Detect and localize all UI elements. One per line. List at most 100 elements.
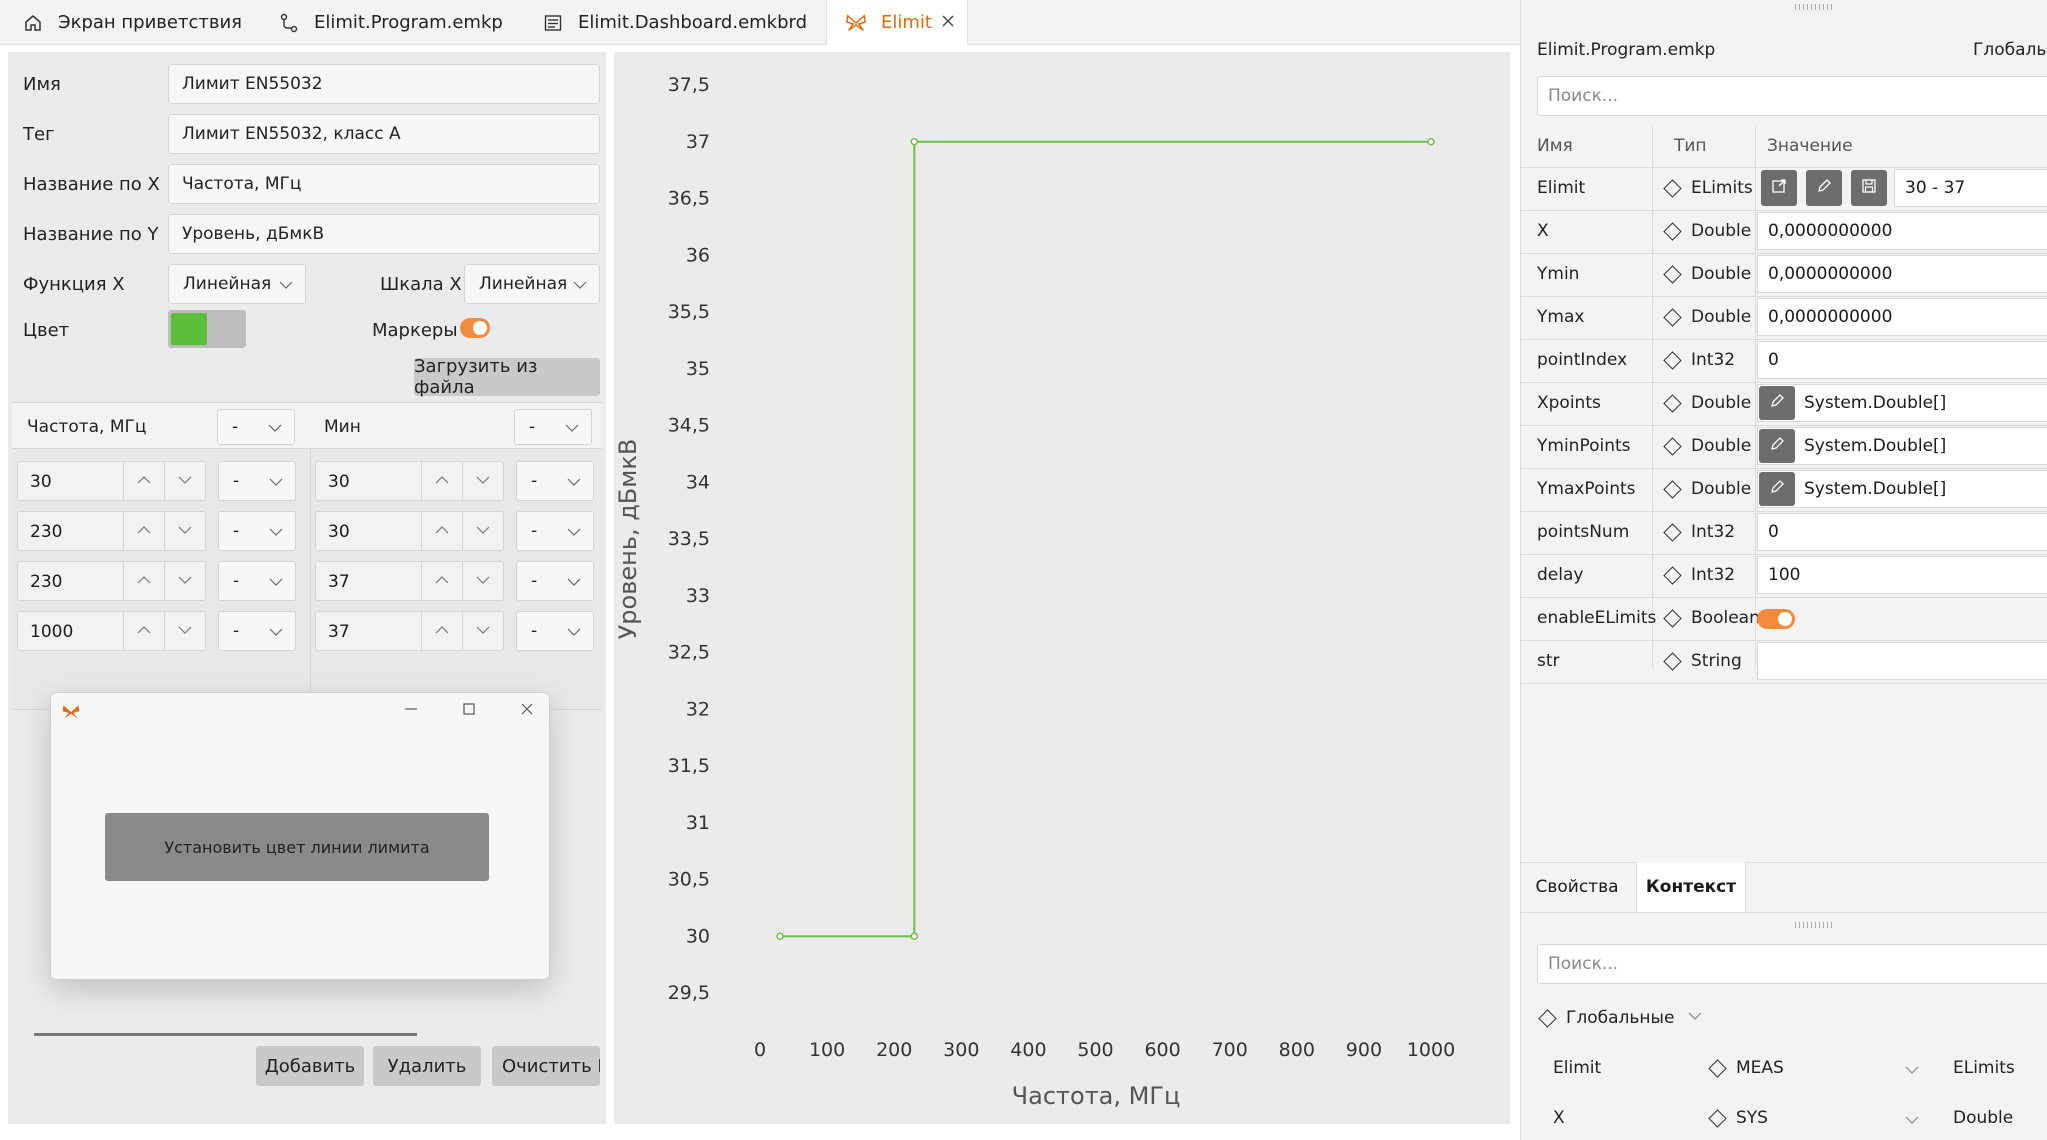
decrement-button[interactable]	[462, 512, 503, 550]
number-stepper[interactable]: 30	[17, 461, 206, 501]
unit-select[interactable]: -	[516, 561, 594, 601]
limit-chart: 37,5 37 36,5 36 35,5 35 34,5 34 33,5 33 32,5 32 31,5…	[614, 52, 1510, 1124]
column-frequency-select[interactable]: -	[217, 409, 295, 445]
edit-array-button[interactable]	[1759, 429, 1795, 463]
number-stepper[interactable]: 37	[315, 611, 504, 651]
markers-toggle[interactable]	[460, 318, 490, 338]
increment-button[interactable]	[421, 612, 462, 650]
property-type: Int32	[1663, 565, 1735, 585]
property-type: Boolean	[1663, 608, 1760, 628]
tab-label: Elimit.Program.emkp	[314, 12, 503, 33]
select-value: -	[233, 521, 240, 541]
edit-button[interactable]	[1806, 170, 1842, 206]
edit-array-button[interactable]	[1759, 472, 1795, 506]
increment-button[interactable]	[123, 562, 164, 600]
minimize-icon[interactable]	[403, 701, 419, 721]
divider	[1521, 912, 2047, 913]
drag-handle[interactable]	[1795, 922, 1835, 928]
decrement-button[interactable]	[462, 562, 503, 600]
maximize-icon[interactable]	[461, 701, 477, 721]
decrement-button[interactable]	[164, 562, 205, 600]
drag-handle[interactable]	[1795, 4, 1835, 10]
load-from-file-button[interactable]: Загрузить из файла	[414, 356, 600, 398]
property-type: Double	[1663, 436, 1751, 456]
tag-field[interactable]: Лимит EN55032, класс А	[168, 114, 600, 154]
number-stepper[interactable]: 37	[315, 561, 504, 601]
set-limit-line-color-button[interactable]: Установить цвет линии лимита	[105, 813, 489, 881]
add-button[interactable]: Добавить	[256, 1046, 364, 1086]
unit-select[interactable]: -	[218, 511, 296, 551]
decrement-button[interactable]	[164, 462, 205, 500]
property-type-label: ELimits	[1691, 178, 1753, 198]
property-value-field[interactable]: 0,0000000000	[1757, 255, 2047, 293]
property-type: Int32	[1663, 350, 1735, 370]
unit-select[interactable]: -	[218, 561, 296, 601]
scale-x-dropdown[interactable]: Линейная	[464, 264, 600, 304]
y-tick-label: 37	[686, 131, 710, 153]
context-scope[interactable]: SYS	[1708, 1108, 1768, 1128]
property-value-field[interactable]: 0	[1757, 341, 2047, 379]
close-icon[interactable]	[941, 12, 955, 33]
function-x-dropdown[interactable]: Линейная	[168, 264, 306, 304]
delete-button[interactable]: Удалить	[373, 1046, 481, 1086]
property-value-field[interactable]: 0,0000000000	[1757, 212, 2047, 250]
number-stepper[interactable]: 230	[17, 511, 206, 551]
diamond-icon	[1663, 307, 1682, 327]
y-tick-label: 29,5	[668, 982, 710, 1004]
increment-button[interactable]	[123, 462, 164, 500]
unit-select[interactable]: -	[516, 461, 594, 501]
properties-search-input[interactable]: Поиск...	[1537, 76, 2047, 116]
unit-select[interactable]: -	[218, 461, 296, 501]
edit-array-button[interactable]	[1759, 386, 1795, 420]
property-value-field[interactable]: 0	[1757, 513, 2047, 551]
horizontal-scrollbar[interactable]	[34, 1033, 417, 1036]
decrement-button[interactable]	[164, 512, 205, 550]
unit-select[interactable]: -	[218, 611, 296, 651]
enable-elimits-toggle[interactable]	[1757, 609, 1795, 629]
x-name-field[interactable]: Частота, МГц	[168, 164, 600, 204]
context-scope-dropdown[interactable]: Глобальные	[1538, 1008, 1702, 1028]
property-name: Elimit	[1537, 178, 1586, 198]
increment-button[interactable]	[421, 562, 462, 600]
property-value-field[interactable]: 100	[1757, 556, 2047, 594]
clear-button[interactable]: Очистить E	[492, 1046, 600, 1086]
column-header-min: Мин	[324, 417, 361, 437]
row-divider	[1521, 554, 2047, 555]
tab-elimit[interactable]: Elimit	[826, 0, 968, 45]
tab-dashboard[interactable]: Elimit.Dashboard.emkbrd	[542, 0, 807, 45]
property-name: delay	[1537, 565, 1584, 585]
increment-button[interactable]	[123, 612, 164, 650]
decrement-button[interactable]	[462, 612, 503, 650]
number-stepper[interactable]: 230	[17, 561, 206, 601]
decrement-button[interactable]	[164, 612, 205, 650]
open-external-button[interactable]	[1761, 170, 1797, 206]
tab-context[interactable]: Контекст	[1636, 862, 1746, 912]
property-value-field[interactable]: 30 - 37	[1894, 169, 2047, 207]
unit-select[interactable]: -	[516, 611, 594, 651]
save-button[interactable]	[1851, 170, 1887, 206]
column-min-select[interactable]: -	[514, 409, 592, 445]
y-name-field[interactable]: Уровень, дБмкВ	[168, 214, 600, 254]
increment-button[interactable]	[421, 512, 462, 550]
color-picker[interactable]	[168, 310, 246, 348]
property-value-field[interactable]: 0,0000000000	[1757, 298, 2047, 336]
number-stepper[interactable]: 1000	[17, 611, 206, 651]
name-field[interactable]: Лимит EN55032	[168, 64, 600, 104]
number-stepper[interactable]: 30	[315, 461, 504, 501]
unit-select[interactable]: -	[516, 511, 594, 551]
property-type-label: Double	[1691, 307, 1752, 327]
increment-button[interactable]	[421, 462, 462, 500]
decrement-button[interactable]	[462, 462, 503, 500]
increment-button[interactable]	[123, 512, 164, 550]
tab-program[interactable]: Elimit.Program.emkp	[278, 0, 503, 45]
dashboard-icon	[542, 12, 564, 34]
row-divider	[1521, 339, 2047, 340]
number-stepper[interactable]: 30	[315, 511, 504, 551]
property-value-field[interactable]	[1757, 642, 2047, 680]
y-tick-label: 36	[686, 244, 710, 266]
context-search-input[interactable]: Поиск...	[1537, 944, 2047, 984]
tab-welcome[interactable]: Экран приветствия	[22, 0, 242, 45]
close-icon[interactable]	[519, 701, 535, 721]
tab-properties[interactable]: Свойства	[1521, 862, 1633, 912]
context-scope[interactable]: MEAS	[1708, 1058, 1784, 1078]
